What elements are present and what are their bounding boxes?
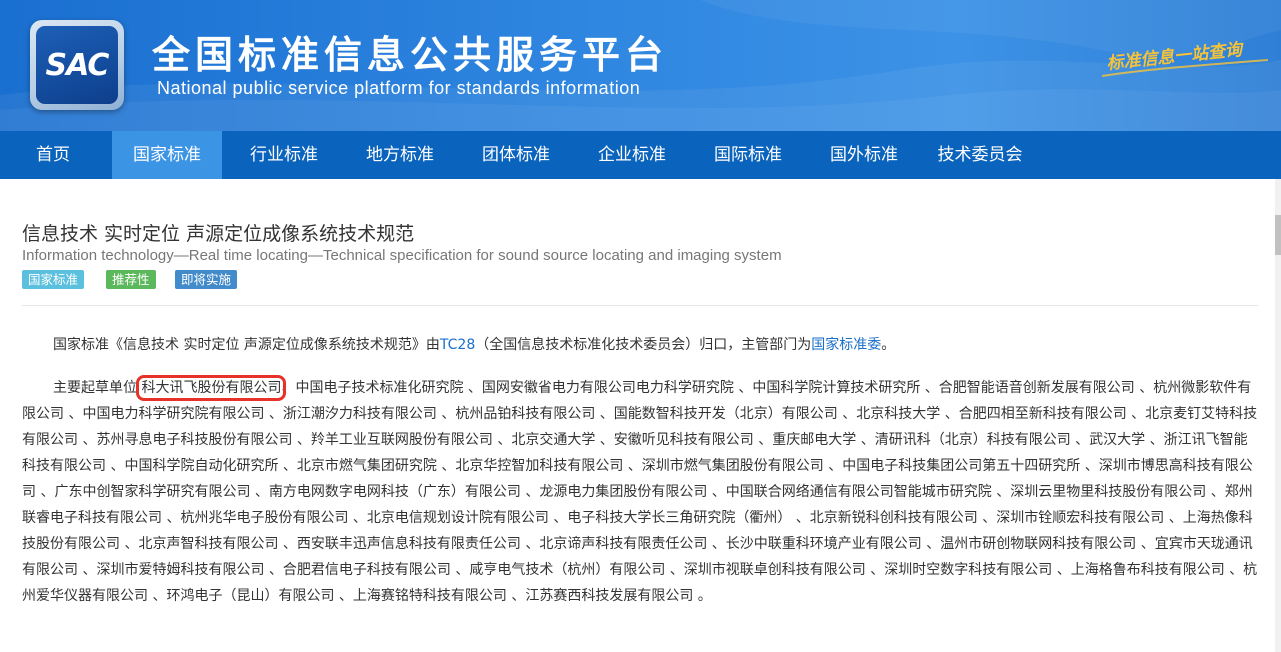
badge-upcoming: 即将实施 xyxy=(175,270,238,289)
intro-paragraph: 国家标准《信息技术 实时定位 声源定位成像系统技术规范》由TC28（全国信息技术… xyxy=(22,332,1258,358)
drafters-paragraph: 主要起草单位 科大讯飞股份有限公司、中国电子技术标准化研究院 、国网安徽省电力有… xyxy=(22,375,1258,609)
nav-item-label: 团体标准 xyxy=(482,145,550,165)
nav-item-label: 国际标准 xyxy=(714,145,782,165)
intro-prefix: 国家标准《信息技术 实时定位 声源定位成像系统技术规范》由 xyxy=(53,337,440,353)
intro-middle: （全国信息技术标准化技术委员会）归口，主管部门为 xyxy=(475,337,812,353)
nav-item-label: 企业标准 xyxy=(598,145,666,165)
sac-logo-inner: SAC xyxy=(36,26,118,104)
nav-item-label: 地方标准 xyxy=(366,145,434,165)
site-subtitle: National public service platform for sta… xyxy=(157,78,641,98)
drafters-prefix: 主要起草单位 xyxy=(53,380,142,396)
badge-national-standard: 国家标准 xyxy=(22,270,85,289)
nav-item-international-standard[interactable]: 国际标准 xyxy=(693,131,803,179)
nav-item-national-standard[interactable]: 国家标准 xyxy=(112,131,222,179)
site-title: 全国标准信息公共服务平台 xyxy=(152,33,669,77)
nav-item-foreign-standard[interactable]: 国外标准 xyxy=(809,131,919,179)
nav-item-industry-standard[interactable]: 行业标准 xyxy=(229,131,339,179)
drafters-list: 、中国电子技术标准化研究院 、国网安徽省电力有限公司电力科学研究院 、中国科学院… xyxy=(22,380,1258,604)
main-nav: 首页 国家标准 行业标准 地方标准 团体标准 企业标准 国际标准 国外标准 技术… xyxy=(0,131,1281,179)
nav-item-home[interactable]: 首页 xyxy=(17,131,89,179)
intro-suffix: 。 xyxy=(881,337,896,353)
standard-title-en: Information technology—Real time locatin… xyxy=(22,247,782,264)
nav-item-group-standard[interactable]: 团体标准 xyxy=(461,131,571,179)
nav-item-technical-committee[interactable]: 技术委员会 xyxy=(925,131,1035,179)
nav-item-label: 技术委员会 xyxy=(937,145,1023,165)
standard-title: 信息技术 实时定位 声源定位成像系统技术规范 xyxy=(22,223,415,245)
sac-department-link[interactable]: 国家标准委 xyxy=(811,337,881,353)
sac-logo[interactable]: SAC xyxy=(30,20,124,110)
header-banner: SAC 全国标准信息公共服务平台 National public service… xyxy=(0,0,1281,131)
tc28-link[interactable]: TC28 xyxy=(440,337,475,353)
nav-item-label: 行业标准 xyxy=(250,145,318,165)
nav-item-label: 首页 xyxy=(36,145,70,165)
sac-logo-text: SAC xyxy=(45,48,110,83)
nav-item-enterprise-standard[interactable]: 企业标准 xyxy=(577,131,687,179)
badge-recommended: 推荐性 xyxy=(106,270,156,289)
nav-item-local-standard[interactable]: 地方标准 xyxy=(345,131,455,179)
scrollbar-thumb[interactable] xyxy=(1275,215,1281,255)
standard-detail: 信息技术 实时定位 声源定位成像系统技术规范 Information techn… xyxy=(0,179,1275,652)
nav-item-label: 国家标准 xyxy=(133,145,201,165)
section-divider xyxy=(22,305,1258,306)
page-scrollbar[interactable] xyxy=(1275,179,1281,652)
highlighted-drafter: 科大讯飞股份有限公司 xyxy=(136,375,287,401)
nav-item-label: 国外标准 xyxy=(830,145,898,165)
